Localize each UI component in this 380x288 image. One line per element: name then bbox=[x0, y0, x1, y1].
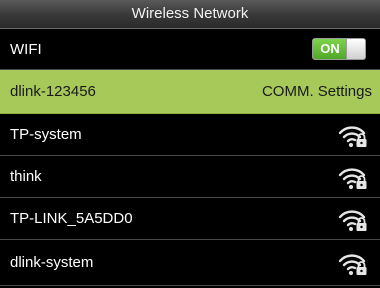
network-row[interactable]: think bbox=[0, 156, 380, 198]
network-row[interactable]: dlink-system bbox=[0, 240, 380, 286]
wifi-lock-icon bbox=[338, 210, 367, 231]
page-title: Wireless Network bbox=[0, 0, 380, 29]
network-ssid: think bbox=[10, 168, 42, 185]
network-ssid: dlink-system bbox=[10, 254, 94, 271]
network-row[interactable]: TP-LINK_5A5DD0 bbox=[0, 198, 380, 240]
wifi-toggle-row[interactable]: WIFI ON bbox=[0, 29, 380, 70]
wireless-network-screen: Wireless Network WIFI ON dlink-123456 CO… bbox=[0, 0, 380, 288]
wifi-label: WIFI bbox=[10, 41, 42, 58]
wifi-lock-icon bbox=[338, 254, 367, 275]
toggle-knob bbox=[346, 39, 365, 59]
network-row[interactable]: TP-system bbox=[0, 114, 380, 156]
network-ssid: dlink-123456 bbox=[10, 83, 96, 100]
wifi-lock-icon bbox=[338, 168, 367, 189]
network-ssid: TP-LINK_5A5DD0 bbox=[10, 210, 133, 227]
network-ssid: TP-system bbox=[10, 126, 82, 143]
comm-settings-link[interactable]: COMM. Settings bbox=[262, 70, 372, 114]
toggle-on-label: ON bbox=[313, 39, 347, 59]
wifi-lock-icon bbox=[338, 126, 367, 147]
selected-network-row[interactable]: dlink-123456 COMM. Settings bbox=[0, 70, 380, 114]
wifi-toggle-switch[interactable]: ON bbox=[312, 38, 366, 60]
